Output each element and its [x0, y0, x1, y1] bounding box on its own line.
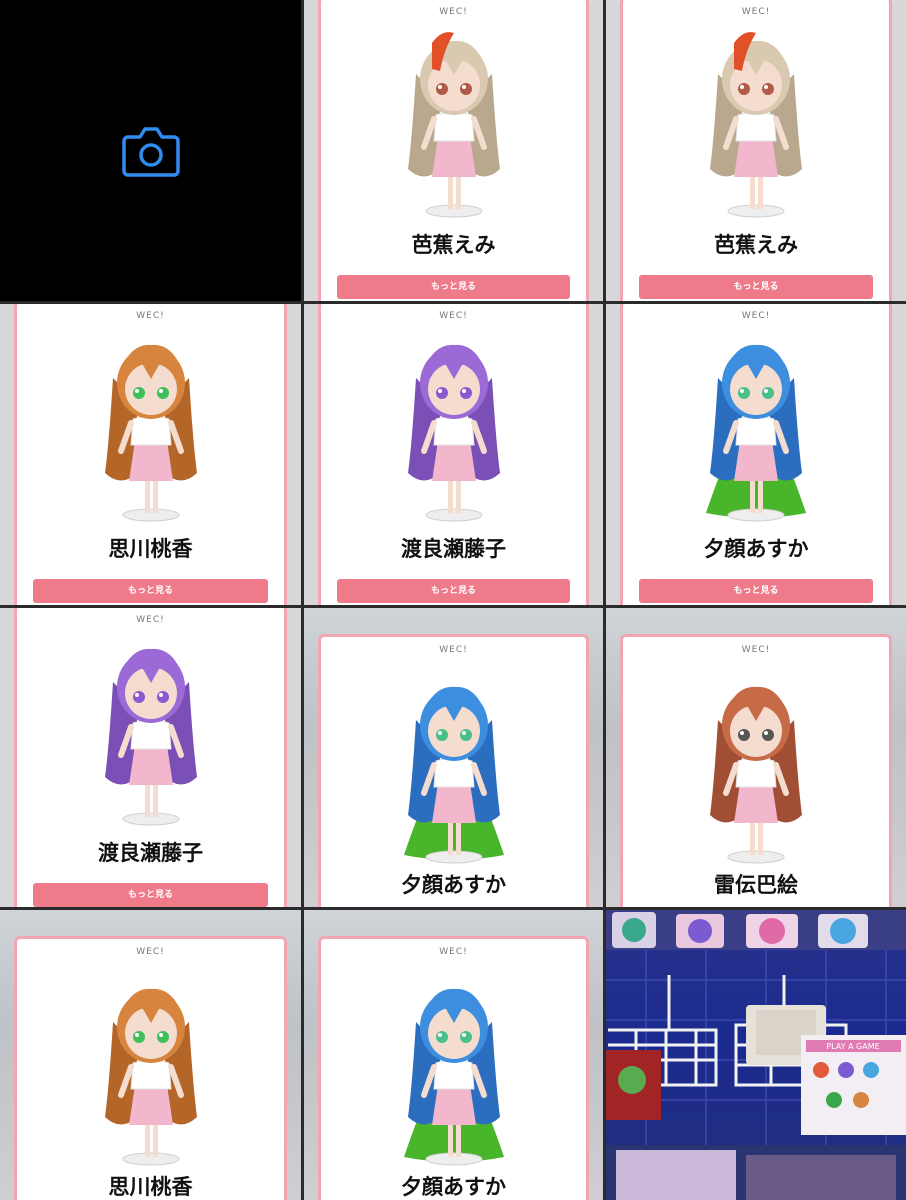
grid-tile[interactable]: WEC! 渡良瀬藤子もっと見る: [0, 608, 301, 907]
card-tag: WEC!: [136, 615, 165, 625]
merch-photo: PLAY A GAME: [606, 910, 906, 1200]
photo-grid: WEC! 芭蕉えみ もっと見る WEC! 芭蕉えみ もっと見る WEC! 思川桃…: [0, 0, 906, 1200]
character-figure: [91, 967, 211, 1171]
character-name: 渡良瀬藤子: [98, 841, 203, 865]
character-name: 夕顔あすか: [401, 1175, 506, 1199]
merch-photo-tile[interactable]: PLAY A GAME: [606, 910, 906, 1200]
more-button[interactable]: もっと見る: [639, 275, 873, 299]
card-tag: WEC!: [741, 311, 771, 321]
character-card[interactable]: WEC! 渡良瀬藤子もっと見る: [14, 608, 287, 907]
character-card[interactable]: WEC! 思川桃香: [14, 936, 287, 1200]
character-card[interactable]: WEC! 芭蕉えみもっと見る: [620, 0, 892, 301]
more-button[interactable]: もっと見る: [337, 275, 570, 299]
character-name: 夕顔あすか: [401, 873, 506, 897]
card-tag: WEC!: [741, 645, 771, 655]
character-figure: [394, 665, 514, 869]
character-name: 雷伝巴絵: [714, 873, 798, 897]
grid-tile[interactable]: WEC! 思川桃香: [0, 910, 301, 1200]
character-name: 渡良瀬藤子: [401, 537, 506, 561]
card-tag: WEC!: [741, 7, 771, 17]
character-card[interactable]: WEC! 雷伝巴絵: [620, 634, 892, 907]
character-name: 夕顔あすか: [703, 537, 809, 561]
card-tag: WEC!: [439, 645, 468, 655]
character-figure: [394, 323, 514, 527]
more-button[interactable]: もっと見る: [33, 579, 268, 603]
sign-text: PLAY A GAME: [826, 1042, 879, 1051]
card-tag: WEC!: [439, 311, 468, 321]
character-figure: [394, 967, 514, 1171]
character-card[interactable]: WEC! 夕顔あすかもっと見る: [620, 304, 892, 605]
character-card[interactable]: WEC! 芭蕉えみもっと見る: [318, 0, 589, 301]
card-tag: WEC!: [439, 947, 468, 957]
camera-tile[interactable]: [0, 0, 301, 301]
character-figure: [696, 323, 816, 527]
character-card[interactable]: WEC! 夕顔あすか: [318, 936, 589, 1200]
character-figure: [696, 19, 816, 223]
character-name: 思川桃香: [108, 1175, 193, 1199]
character-figure: [394, 19, 514, 223]
grid-tile[interactable]: WEC! 雷伝巴絵: [606, 608, 906, 907]
grid-tile[interactable]: WEC! 思川桃香もっと見る: [0, 304, 301, 605]
grid-tile[interactable]: WEC! 芭蕉えみもっと見る: [606, 0, 906, 301]
grid-tile[interactable]: WEC! 夕顔あすか: [304, 910, 603, 1200]
grid-tile[interactable]: WEC! 夕顔あすか: [304, 608, 603, 907]
more-button[interactable]: もっと見る: [337, 579, 570, 603]
grid-tile[interactable]: WEC! 渡良瀬藤子もっと見る: [304, 304, 603, 605]
character-figure: [696, 665, 816, 869]
character-figure: [91, 323, 211, 527]
character-card[interactable]: WEC! 渡良瀬藤子もっと見る: [318, 304, 589, 605]
character-name: 芭蕉えみ: [411, 233, 496, 257]
grid-tile[interactable]: WEC! 芭蕉えみもっと見る: [304, 0, 603, 301]
card-tag: WEC!: [439, 7, 468, 17]
card-tag: WEC!: [136, 947, 165, 957]
character-card[interactable]: WEC! 夕顔あすか: [318, 634, 589, 907]
character-card[interactable]: WEC! 思川桃香もっと見る: [14, 304, 287, 605]
more-button[interactable]: もっと見る: [33, 883, 268, 907]
character-name: 思川桃香: [108, 537, 193, 561]
card-tag: WEC!: [136, 311, 165, 321]
character-name: 芭蕉えみ: [714, 233, 798, 257]
character-figure: [91, 627, 211, 831]
camera-icon[interactable]: [121, 125, 180, 177]
grid-tile[interactable]: WEC! 夕顔あすかもっと見る: [606, 304, 906, 605]
more-button[interactable]: もっと見る: [639, 579, 873, 603]
